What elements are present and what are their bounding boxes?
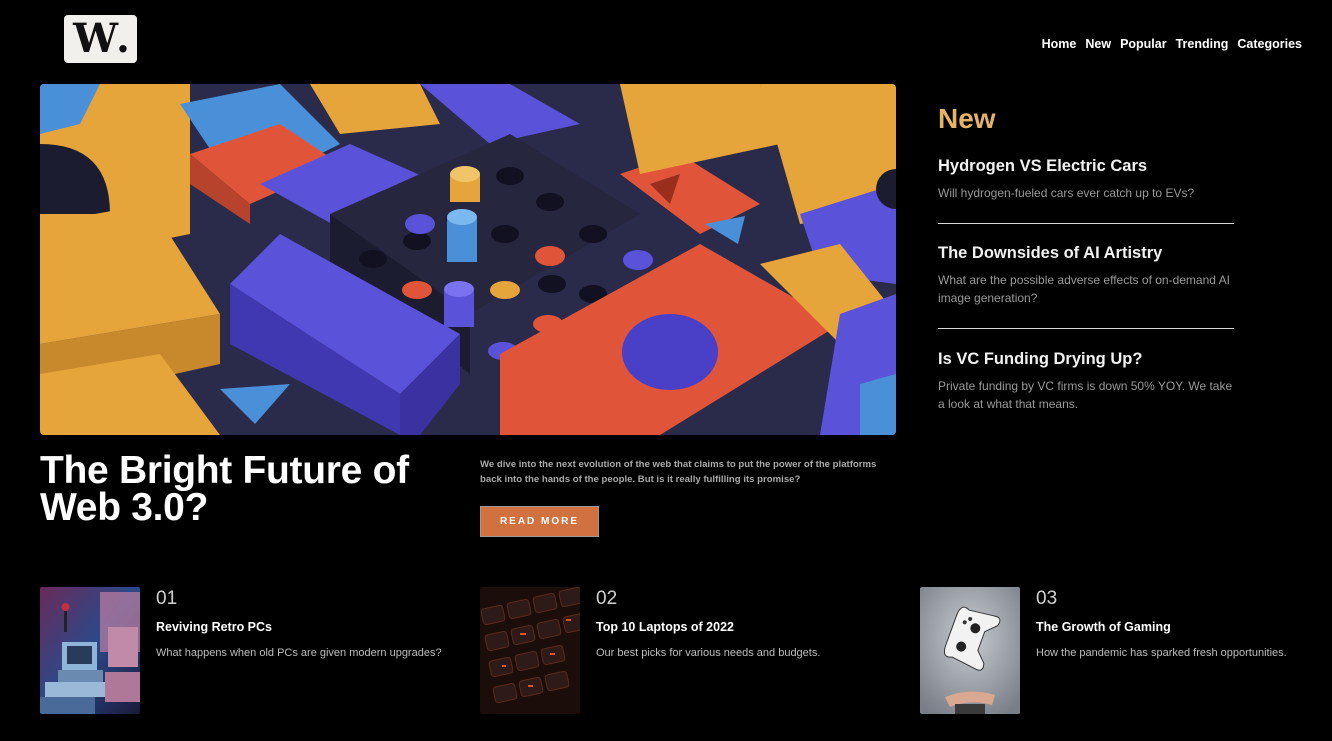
new-section-heading: New [938, 103, 996, 134]
logo-dot: . [115, 15, 130, 62]
hero-image[interactable] [40, 84, 896, 435]
hero-title[interactable]: The Bright Future of Web 3.0? [40, 451, 460, 527]
card-thumbnail[interactable] [480, 587, 580, 714]
new-article-title[interactable]: Is VC Funding Drying Up? [938, 350, 1234, 369]
nav-popular[interactable]: Popular [1120, 37, 1167, 51]
new-article-title[interactable]: Hydrogen VS Electric Cars [938, 157, 1234, 176]
abstract-3d-blocks-image [40, 84, 896, 435]
card-title[interactable]: Reviving Retro PCs [156, 620, 272, 634]
card-number: 03 [1036, 588, 1058, 609]
nav-new[interactable]: New [1085, 37, 1111, 51]
nav-trending[interactable]: Trending [1176, 37, 1229, 51]
card-thumbnail[interactable] [920, 587, 1020, 714]
nav-categories[interactable]: Categories [1237, 37, 1302, 51]
new-article-desc: Will hydrogen-fueled cars ever catch up … [938, 186, 1195, 200]
article-card[interactable]: 02 Top 10 Laptops of 2022 Our best picks… [480, 587, 900, 714]
page: W. Home New Popular Trending Categories [0, 0, 1332, 741]
laptop-keyboard-image [480, 587, 580, 714]
new-article-desc: What are the possible adverse effects of… [938, 273, 1230, 305]
card-title[interactable]: Top 10 Laptops of 2022 [596, 620, 734, 634]
site-logo[interactable]: W. [64, 15, 137, 63]
card-number: 02 [596, 588, 618, 609]
read-more-button[interactable]: READ MORE [480, 506, 599, 537]
divider [938, 223, 1234, 224]
retro-pc-image [40, 587, 140, 714]
hero-description: We dive into the next evolution of the w… [480, 459, 877, 485]
new-article-desc: Private funding by VC firms is down 50% … [938, 379, 1233, 411]
main-nav: Home New Popular Trending Categories [1042, 37, 1302, 51]
nav-home[interactable]: Home [1042, 37, 1077, 51]
card-description: How the pandemic has sparked fresh oppor… [1036, 647, 1287, 659]
game-controller-image [920, 587, 1020, 714]
new-article-title[interactable]: The Downsides of AI Artistry [938, 244, 1234, 263]
new-article-item[interactable]: Hydrogen VS Electric Cars Will hydrogen-… [938, 157, 1234, 202]
card-thumbnail[interactable] [40, 587, 140, 714]
article-card[interactable]: 03 The Growth of Gaming How the pandemic… [920, 587, 1332, 714]
card-description: What happens when old PCs are given mode… [156, 647, 442, 659]
card-number: 01 [156, 588, 178, 609]
card-title[interactable]: The Growth of Gaming [1036, 620, 1171, 634]
card-description: Our best picks for various needs and bud… [596, 647, 821, 659]
logo-letter: W [73, 15, 118, 62]
article-card[interactable]: 01 Reviving Retro PCs What happens when … [40, 587, 460, 714]
new-article-item[interactable]: Is VC Funding Drying Up? Private funding… [938, 350, 1234, 413]
new-article-item[interactable]: The Downsides of AI Artistry What are th… [938, 244, 1234, 307]
divider [938, 328, 1234, 329]
